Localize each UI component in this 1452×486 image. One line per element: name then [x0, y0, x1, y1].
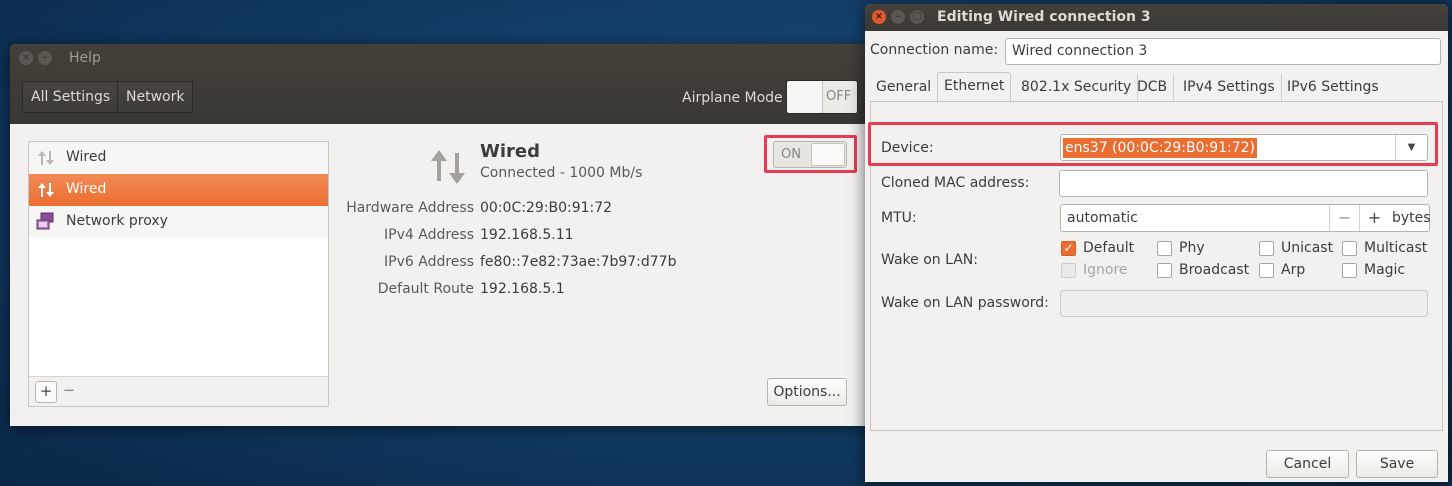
- wol-broadcast-checkbox[interactable]: [1157, 263, 1172, 278]
- device-list-toolbar: + −: [28, 376, 329, 407]
- wol-arp-label: Arp: [1281, 262, 1306, 278]
- wol-unicast-checkbox[interactable]: [1259, 241, 1274, 256]
- settings-header-bar: × – Help All Settings Network Airplane M…: [10, 44, 868, 124]
- wol-ignore-checkbox: [1061, 263, 1076, 278]
- ipv6-address-label: IPv6 Address: [384, 254, 474, 270]
- tab-8021x-security[interactable]: 802.1x Security: [1015, 74, 1139, 101]
- wol-multicast-checkbox[interactable]: [1342, 241, 1357, 256]
- ipv4-address-label: IPv4 Address: [384, 227, 474, 243]
- options-button[interactable]: Options...: [767, 378, 847, 406]
- airplane-mode-label: Airplane Mode: [682, 90, 783, 106]
- cloned-mac-label: Cloned MAC address:: [881, 175, 1030, 191]
- list-item-label: Wired: [66, 181, 107, 197]
- save-button[interactable]: Save: [1356, 450, 1438, 478]
- wol-ignore-label: Ignore: [1083, 262, 1128, 278]
- all-settings-button[interactable]: All Settings: [22, 81, 120, 113]
- maximize-icon[interactable]: □: [910, 10, 924, 24]
- window-title: Help: [69, 50, 101, 66]
- editing-connection-dialog: × – □ Editing Wired connection 3 Connect…: [865, 4, 1448, 482]
- annotation-highlight-box: [764, 135, 857, 173]
- mtu-label: MTU:: [881, 210, 917, 226]
- minimize-icon[interactable]: –: [891, 10, 905, 24]
- wol-magic-checkbox[interactable]: [1342, 263, 1357, 278]
- airplane-mode-switch[interactable]: OFF: [786, 80, 858, 114]
- wol-magic-label: Magic: [1364, 262, 1406, 278]
- connection-title: Wired: [480, 141, 540, 162]
- minimize-icon[interactable]: –: [38, 51, 52, 65]
- ipv4-address-value: 192.168.5.11: [480, 227, 574, 243]
- wol-password-label: Wake on LAN password:: [881, 295, 1049, 311]
- hardware-address-value: 00:0C:29:B0:91:72: [480, 200, 613, 216]
- wol-password-input[interactable]: [1060, 290, 1428, 317]
- wake-on-lan-label: Wake on LAN:: [881, 252, 978, 268]
- add-device-button[interactable]: +: [35, 381, 57, 403]
- mtu-spinbutton[interactable]: automatic − +: [1060, 204, 1430, 232]
- mtu-unit-label: bytes: [1392, 210, 1431, 226]
- hardware-address-label: Hardware Address: [346, 200, 474, 216]
- list-item-label: Network proxy: [66, 213, 168, 229]
- tab-ipv4-settings[interactable]: IPv4 Settings: [1177, 74, 1282, 101]
- settings-tabs: General Ethernet 802.1x Security DCB IPv…: [870, 72, 1444, 103]
- mtu-value: automatic: [1067, 210, 1138, 226]
- tab-ethernet[interactable]: Ethernet: [937, 72, 1012, 103]
- mtu-decrement-button[interactable]: −: [1329, 205, 1359, 231]
- wol-multicast-label: Multicast: [1364, 240, 1428, 256]
- list-item-label: Wired: [66, 149, 107, 165]
- network-breadcrumb-button[interactable]: Network: [117, 81, 194, 113]
- list-item-wired[interactable]: Wired: [29, 142, 328, 174]
- wol-default-label: Default: [1083, 240, 1135, 256]
- cancel-button[interactable]: Cancel: [1266, 450, 1349, 478]
- remove-device-button[interactable]: −: [58, 381, 80, 403]
- default-route-label: Default Route: [377, 281, 474, 297]
- connection-name-input[interactable]: Wired connection 3: [1005, 38, 1441, 65]
- network-arrows-icon: [38, 151, 54, 165]
- connection-name-label: Connection name:: [870, 42, 999, 58]
- network-arrows-icon: [38, 183, 54, 197]
- tab-dcb[interactable]: DCB: [1131, 74, 1175, 101]
- network-settings-window: × – Help All Settings Network Airplane M…: [10, 44, 868, 426]
- wired-connection-icon: [431, 150, 465, 184]
- dialog-title-bar: × – □ Editing Wired connection 3: [865, 4, 1448, 31]
- wol-arp-checkbox[interactable]: [1259, 263, 1274, 278]
- network-proxy-icon: [36, 212, 54, 230]
- switch-state-label: OFF: [826, 89, 852, 104]
- tab-ipv6-settings[interactable]: IPv6 Settings: [1281, 74, 1385, 101]
- wol-unicast-label: Unicast: [1281, 240, 1334, 256]
- wol-phy-label: Phy: [1179, 240, 1205, 256]
- cloned-mac-input[interactable]: [1059, 170, 1428, 197]
- tab-general[interactable]: General: [870, 74, 939, 101]
- connection-status: Connected - 1000 Mb/s: [480, 165, 643, 181]
- annotation-highlight-box: [868, 122, 1438, 166]
- mtu-increment-button[interactable]: +: [1359, 205, 1389, 231]
- switch-knob: [787, 81, 823, 113]
- default-route-value: 192.168.5.1: [480, 281, 565, 297]
- close-icon[interactable]: ×: [872, 10, 886, 24]
- wol-phy-checkbox[interactable]: [1157, 241, 1172, 256]
- ipv6-address-value: fe80::7e82:73ae:7b97:d77b: [480, 254, 677, 270]
- wol-broadcast-label: Broadcast: [1179, 262, 1250, 278]
- wol-default-checkbox[interactable]: ✓: [1061, 241, 1076, 256]
- dialog-title: Editing Wired connection 3: [937, 9, 1151, 25]
- close-icon[interactable]: ×: [19, 51, 33, 65]
- device-list: Wired Wired Network proxy: [28, 141, 329, 407]
